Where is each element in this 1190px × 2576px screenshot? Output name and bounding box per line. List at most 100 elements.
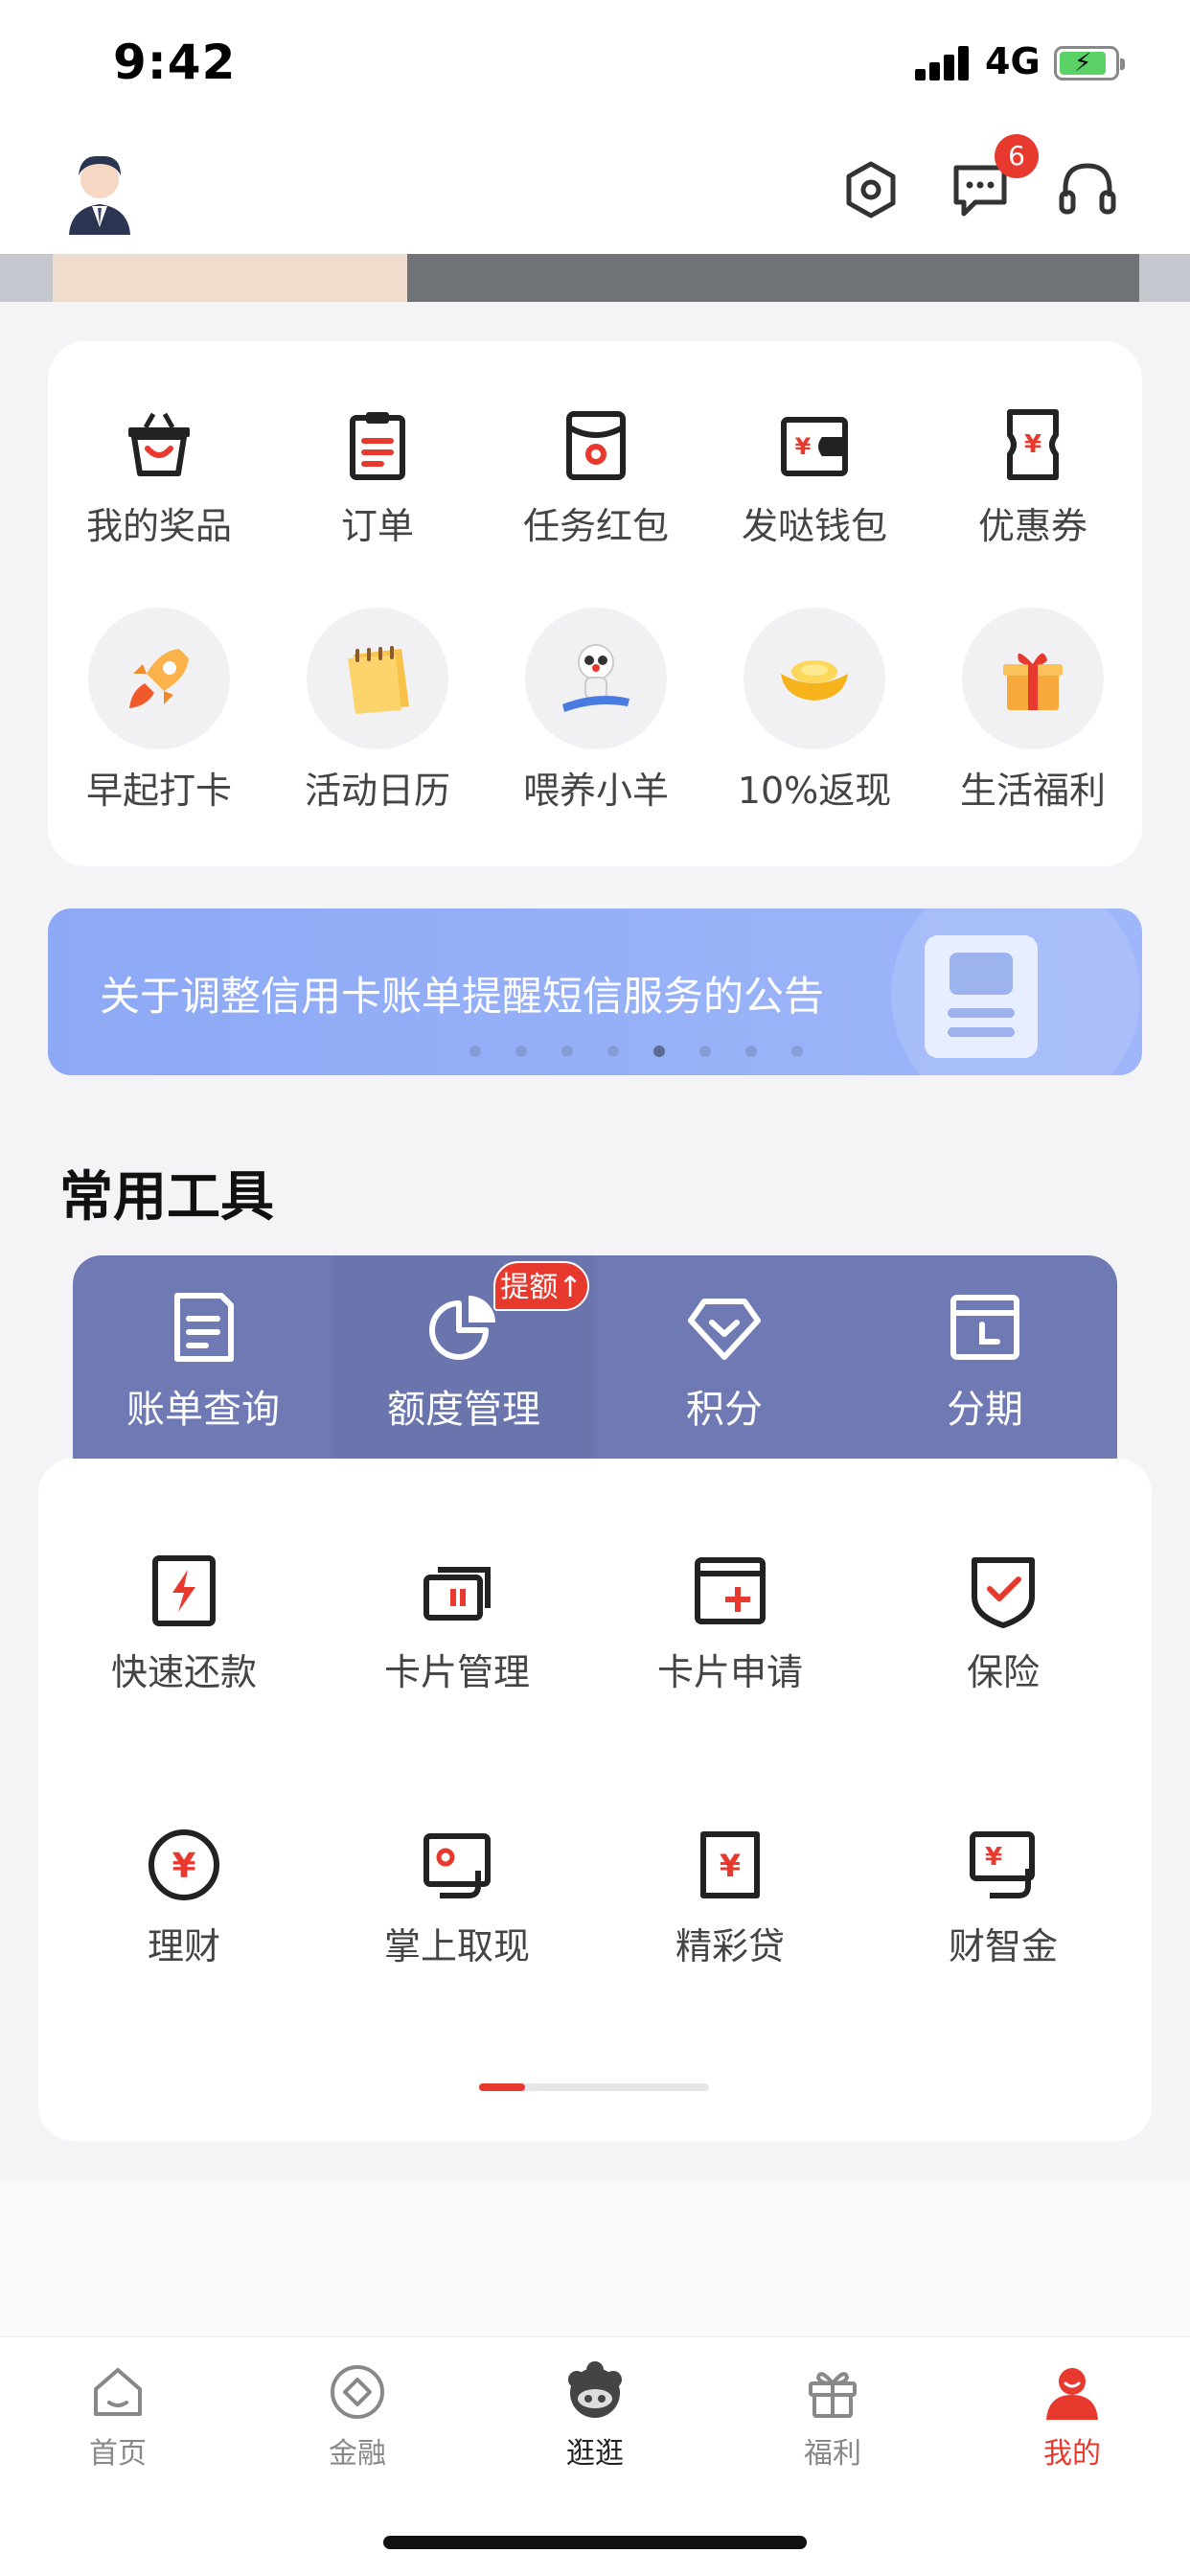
red-envelope-icon bbox=[566, 411, 626, 480]
message-badge: 6 bbox=[995, 134, 1039, 178]
quick-menu-card: 我的奖品 订单 任务红包 ¥ 发哒钱包 ¥ 优惠券 早起打卡 活动日历 喂养小羊… bbox=[48, 341, 1142, 866]
customer-service-icon[interactable] bbox=[1056, 158, 1119, 221]
coupon-icon: ¥ bbox=[1007, 409, 1059, 480]
grid-item-orders[interactable]: 订单 bbox=[282, 406, 473, 549]
limit-increase-badge: 提额↑ bbox=[493, 1261, 589, 1311]
grid-item-life-benefits[interactable]: 生活福利 bbox=[937, 608, 1129, 814]
finance-icon bbox=[331, 2365, 384, 2419]
bill-icon bbox=[174, 1293, 234, 1362]
shield-check-icon bbox=[972, 1557, 1035, 1628]
nav-finance[interactable]: 金融 bbox=[286, 2360, 429, 2472]
nav-mine[interactable]: 我的 bbox=[1000, 2360, 1144, 2472]
yuan-circle-icon: ¥ bbox=[149, 1829, 219, 1900]
tool-label: 理财 bbox=[147, 1925, 220, 1967]
loan-icon: ¥ bbox=[700, 1831, 760, 1898]
tool-card-apply[interactable]: 卡片申请 bbox=[634, 1552, 826, 1695]
tab-label: 积分 bbox=[686, 1388, 763, 1432]
tool-smart-fund[interactable]: ¥ 财智金 bbox=[907, 1827, 1099, 1969]
status-time: 9:42 bbox=[113, 34, 237, 90]
profile-icon bbox=[1046, 2368, 1098, 2420]
diamond-icon bbox=[688, 1299, 761, 1360]
tools-scroll-indicator bbox=[479, 2083, 709, 2091]
tab-installment[interactable]: 分期 bbox=[855, 1255, 1115, 1459]
card-carousel-peek bbox=[0, 254, 1190, 302]
nav-label: 首页 bbox=[89, 2437, 147, 2471]
grid-item-label: 订单 bbox=[340, 505, 414, 547]
grid-item-feed-sheep[interactable]: 喂养小羊 bbox=[500, 608, 692, 814]
tool-label: 卡片管理 bbox=[383, 1651, 530, 1693]
grid-item-label: 优惠券 bbox=[977, 505, 1087, 547]
tool-label: 卡片申请 bbox=[656, 1651, 803, 1693]
section-title: 常用工具 bbox=[59, 1166, 274, 1229]
tool-insurance[interactable]: 保险 bbox=[907, 1552, 1099, 1695]
tool-loan[interactable]: ¥ 精彩贷 bbox=[634, 1827, 826, 1969]
cash-withdraw-icon bbox=[423, 1833, 491, 1898]
tab-label: 分期 bbox=[947, 1388, 1023, 1432]
calendar-icon bbox=[348, 646, 409, 714]
nav-browse[interactable]: 逛逛 bbox=[523, 2360, 667, 2472]
mascot-icon bbox=[568, 2361, 622, 2418]
announcement-text: 关于调整信用卡账单提醒短信服务的公告 bbox=[100, 973, 825, 1020]
clipboard-icon bbox=[350, 412, 405, 480]
installment-icon bbox=[950, 1295, 1019, 1360]
nav-home[interactable]: 首页 bbox=[46, 2360, 190, 2472]
svg-text:¥: ¥ bbox=[1024, 430, 1041, 459]
settings-icon[interactable] bbox=[839, 158, 903, 221]
tab-label: 额度管理 bbox=[387, 1388, 540, 1432]
tool-quick-repay[interactable]: 快速还款 bbox=[88, 1552, 280, 1695]
grid-item-label: 生活福利 bbox=[959, 770, 1106, 812]
nav-benefits[interactable]: 福利 bbox=[761, 2360, 904, 2472]
grid-item-activity-calendar[interactable]: 活动日历 bbox=[282, 608, 473, 814]
svg-text:¥: ¥ bbox=[985, 1843, 1002, 1872]
nav-label: 逛逛 bbox=[566, 2437, 624, 2471]
nav-label: 我的 bbox=[1043, 2437, 1101, 2471]
grid-item-task-envelope[interactable]: 任务红包 bbox=[500, 406, 692, 549]
grid-item-label: 我的奖品 bbox=[85, 505, 232, 547]
home-indicator bbox=[383, 2536, 807, 2549]
tab-points[interactable]: 积分 bbox=[594, 1255, 855, 1459]
svg-text:¥: ¥ bbox=[795, 433, 812, 460]
nav-label: 福利 bbox=[804, 2437, 861, 2471]
rocket-icon bbox=[129, 649, 189, 708]
grid-item-label: 发哒钱包 bbox=[741, 505, 887, 547]
grid-item-coupon[interactable]: ¥ 优惠券 bbox=[937, 406, 1129, 549]
tool-wealth[interactable]: ¥ 理财 bbox=[88, 1827, 280, 1969]
grid-item-prizes[interactable]: 我的奖品 bbox=[63, 406, 255, 549]
svg-text:¥: ¥ bbox=[720, 1848, 741, 1884]
page-bottom-space bbox=[0, 2181, 1190, 2336]
grid-item-label: 喂养小羊 bbox=[522, 770, 669, 812]
tools-card: 快速还款 卡片管理 卡片申请 保险 ¥ 理财 掌上取现 ¥ 精彩贷 ¥ 财智金 bbox=[38, 1459, 1152, 2141]
status-bar: 9:42 4G ⚡ bbox=[0, 0, 1190, 129]
banner-pagination bbox=[469, 1043, 837, 1058]
wallet-icon: ¥ bbox=[781, 417, 848, 476]
grid-item-label: 任务红包 bbox=[522, 505, 669, 547]
tools-scroll-thumb bbox=[479, 2083, 525, 2091]
avatar[interactable] bbox=[63, 150, 136, 237]
tool-label: 保险 bbox=[966, 1651, 1040, 1693]
tool-label: 财智金 bbox=[948, 1925, 1058, 1967]
flash-pay-icon bbox=[152, 1555, 216, 1626]
gift-icon bbox=[809, 2372, 857, 2418]
tool-card-management[interactable]: 卡片管理 bbox=[361, 1552, 553, 1695]
basket-icon bbox=[128, 412, 190, 476]
card-apply-icon bbox=[695, 1557, 766, 1624]
pie-chart-icon bbox=[429, 1296, 495, 1360]
money-card-icon: ¥ bbox=[970, 1831, 1035, 1898]
network-type: 4G bbox=[985, 40, 1041, 82]
announcement-banner[interactable]: 关于调整信用卡账单提醒短信服务的公告 bbox=[48, 908, 1142, 1075]
grid-item-wallet[interactable]: ¥ 发哒钱包 bbox=[719, 406, 910, 549]
tool-cash-withdraw[interactable]: 掌上取现 bbox=[361, 1827, 553, 1969]
tool-label: 掌上取现 bbox=[383, 1925, 530, 1967]
grid-item-cashback[interactable]: 10%返现 bbox=[719, 608, 910, 814]
tab-bill-query[interactable]: 账单查询 bbox=[73, 1255, 333, 1459]
grid-item-label: 10%返现 bbox=[737, 770, 892, 812]
tab-label: 账单查询 bbox=[126, 1388, 280, 1432]
signal-icon bbox=[915, 46, 971, 80]
home-icon bbox=[94, 2368, 142, 2416]
tool-label: 快速还款 bbox=[110, 1651, 257, 1693]
card-manage-icon bbox=[423, 1567, 491, 1621]
notice-doc-icon bbox=[925, 935, 1038, 1058]
tools-tab-bar: 账单查询 额度管理 积分 分期 bbox=[73, 1255, 1117, 1459]
svg-text:¥: ¥ bbox=[172, 1847, 195, 1886]
grid-item-early-checkin[interactable]: 早起打卡 bbox=[63, 608, 255, 814]
